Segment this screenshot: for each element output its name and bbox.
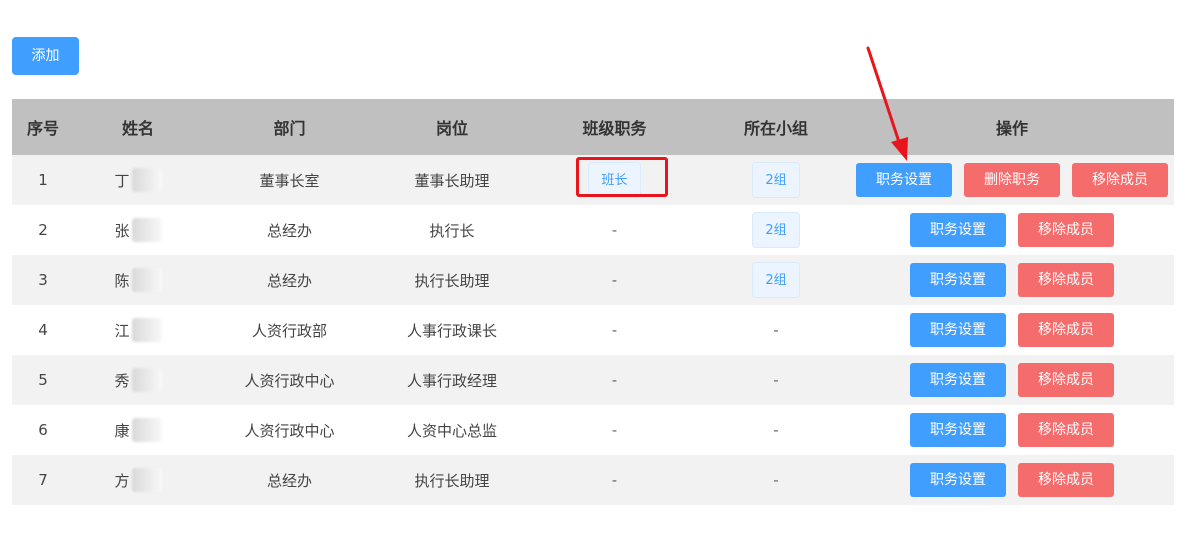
row-actions: 职务设置 删除职务 移除成员: [850, 155, 1174, 205]
row-name: 方: [74, 455, 202, 505]
row-position: 人事行政课长: [406, 321, 497, 340]
role-settings-button[interactable]: 职务设置: [910, 463, 1006, 497]
row-name: 陈: [74, 255, 202, 305]
table-row: 2 张 总经办 执行长 - 2组 职务设置 移除成员: [12, 205, 1174, 255]
row-position: 人资中心总监: [406, 421, 497, 440]
row-group: -: [773, 471, 779, 489]
remove-member-button[interactable]: 移除成员: [1072, 163, 1168, 197]
row-group: 2组: [702, 155, 850, 205]
row-name: 张: [74, 205, 202, 255]
row-department: 人资行政中心: [244, 421, 335, 440]
table-row: 7 方 总经办 执行长助理 - - 职务设置 移除成员: [12, 455, 1174, 505]
header-index: 序号: [26, 119, 59, 138]
row-group: -: [773, 371, 779, 389]
row-department: 总经办: [266, 471, 312, 490]
row-actions: 职务设置 移除成员: [850, 405, 1174, 455]
remove-member-button[interactable]: 移除成员: [1018, 313, 1114, 347]
row-group: 2组: [702, 205, 850, 255]
header-group: 所在小组: [743, 119, 808, 138]
table-row: 6 康 人资行政中心 人资中心总监 - - 职务设置 移除成员: [12, 405, 1174, 455]
role-settings-button[interactable]: 职务设置: [910, 363, 1006, 397]
members-table: 序号 姓名 部门 岗位 班级职务 所在小组 操作 1 丁 董事长室 董事长助理 …: [12, 99, 1174, 505]
role-settings-button[interactable]: 职务设置: [910, 213, 1006, 247]
row-group: 2组: [702, 255, 850, 305]
row-actions: 职务设置 移除成员: [850, 455, 1174, 505]
blurred-name-mask: [131, 318, 162, 342]
class-role-highlight: 班长: [576, 157, 669, 198]
table-row: 3 陈 总经办 执行长助理 - 2组 职务设置 移除成员: [12, 255, 1174, 305]
remove-member-button[interactable]: 移除成员: [1018, 213, 1114, 247]
remove-member-button[interactable]: 移除成员: [1018, 263, 1114, 297]
blurred-name-mask: [131, 468, 162, 492]
row-index: 2: [38, 221, 48, 239]
row-class-role: -: [611, 321, 618, 339]
blurred-name-mask: [131, 268, 162, 292]
row-position: 执行长助理: [414, 471, 490, 490]
row-position: 董事长助理: [414, 171, 490, 190]
row-actions: 职务设置 移除成员: [850, 305, 1174, 355]
row-actions: 职务设置 移除成员: [850, 255, 1174, 305]
role-settings-button[interactable]: 职务设置: [856, 163, 952, 197]
row-group: -: [773, 421, 779, 439]
row-department: 总经办: [266, 271, 312, 290]
remove-member-button[interactable]: 移除成员: [1018, 363, 1114, 397]
blurred-name-mask: [131, 368, 162, 392]
row-position: 执行长: [429, 221, 475, 240]
row-position: 执行长助理: [414, 271, 490, 290]
row-department: 总经办: [266, 221, 312, 240]
header-class-role: 班级职务: [582, 119, 647, 138]
blurred-name-mask: [131, 168, 162, 192]
row-group: -: [773, 321, 779, 339]
remove-member-button[interactable]: 移除成员: [1018, 413, 1114, 447]
remove-member-button[interactable]: 移除成员: [1018, 463, 1114, 497]
row-name: 江: [74, 305, 202, 355]
group-tag: 2组: [752, 162, 800, 198]
page: 添加 序号 姓名 部门 岗位 班级职务 所在小组 操作 1 丁 董事长室 董事长…: [0, 0, 1186, 551]
table-row: 5 秀 人资行政中心 人事行政经理 - - 职务设置 移除成员: [12, 355, 1174, 405]
add-button[interactable]: 添加: [12, 37, 79, 75]
table-row: 4 江 人资行政部 人事行政课长 - - 职务设置 移除成员: [12, 305, 1174, 355]
row-actions: 职务设置 移除成员: [850, 205, 1174, 255]
table-row: 1 丁 董事长室 董事长助理 班长 2组 职务设置 删除职务 移除成员: [12, 155, 1174, 205]
row-position: 人事行政经理: [406, 371, 497, 390]
row-index: 1: [38, 171, 48, 189]
group-tag: 2组: [752, 262, 800, 298]
row-index: 7: [38, 471, 48, 489]
row-class-role: -: [611, 221, 618, 239]
class-role-tag: 班长: [588, 162, 641, 198]
blurred-name-mask: [131, 418, 162, 442]
header-actions: 操作: [995, 119, 1028, 138]
row-index: 5: [38, 371, 48, 389]
row-class-role: -: [611, 421, 618, 439]
role-settings-button[interactable]: 职务设置: [910, 313, 1006, 347]
header-position: 岗位: [435, 119, 468, 138]
header-department: 部门: [273, 119, 306, 138]
delete-role-button[interactable]: 删除职务: [964, 163, 1060, 197]
row-index: 4: [38, 321, 48, 339]
header-name: 姓名: [121, 119, 154, 138]
row-class-role: -: [611, 471, 618, 489]
blurred-name-mask: [131, 218, 162, 242]
role-settings-button[interactable]: 职务设置: [910, 263, 1006, 297]
row-actions: 职务设置 移除成员: [850, 355, 1174, 405]
row-name: 丁: [74, 155, 202, 205]
row-department: 董事长室: [259, 171, 320, 190]
row-index: 3: [38, 271, 48, 289]
row-department: 人资行政部: [251, 321, 327, 340]
row-class-role: -: [611, 371, 618, 389]
role-settings-button[interactable]: 职务设置: [910, 413, 1006, 447]
row-class-role: 班长: [527, 155, 702, 205]
group-tag: 2组: [752, 212, 800, 248]
row-department: 人资行政中心: [244, 371, 335, 390]
table-header: 序号 姓名 部门 岗位 班级职务 所在小组 操作: [12, 99, 1174, 155]
row-name: 康: [74, 405, 202, 455]
row-class-role: -: [611, 271, 618, 289]
row-name: 秀: [74, 355, 202, 405]
row-index: 6: [38, 421, 48, 439]
